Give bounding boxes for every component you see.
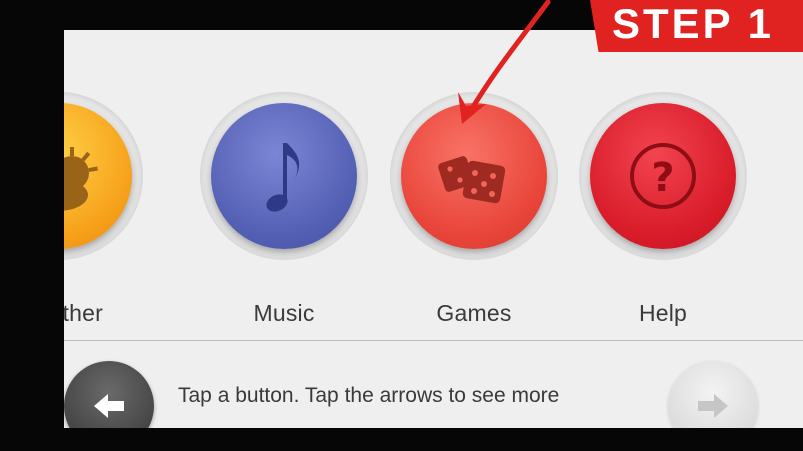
music-note-icon (266, 143, 300, 212)
weather-icon (64, 147, 98, 211)
nav-instruction: Tap a button. Tap the arrows to see more (178, 384, 560, 407)
help-button[interactable]: ? (590, 103, 736, 249)
app-label-games: Games (436, 300, 512, 326)
nav-bar: Tap a button. Tap the arrows to see more (64, 341, 803, 428)
weather-button[interactable] (64, 103, 132, 249)
step-label: STEP 1 (612, 0, 774, 47)
device-screen: Weather Music (64, 30, 803, 428)
app-tile-games[interactable]: Games (390, 30, 560, 350)
games-button[interactable] (401, 103, 547, 249)
svg-text:?: ? (651, 155, 674, 201)
app-label-help: Help (638, 300, 688, 326)
app-label-weather: Weather (64, 300, 103, 326)
forward-arrow-button[interactable] (668, 361, 758, 428)
dice-icon (438, 156, 506, 204)
app-tile-weather[interactable]: Weather (64, 30, 145, 350)
app-tile-help[interactable]: ? Help (579, 30, 749, 350)
app-tile-music[interactable]: Music (200, 30, 370, 350)
arrow-right-icon (698, 394, 728, 418)
question-mark-icon: ? (630, 143, 696, 209)
back-arrow-button[interactable] (64, 361, 154, 428)
music-button[interactable] (211, 103, 357, 249)
arrow-left-icon (94, 394, 124, 418)
app-carousel: Weather Music (64, 30, 803, 350)
app-label-music: Music (253, 300, 315, 326)
